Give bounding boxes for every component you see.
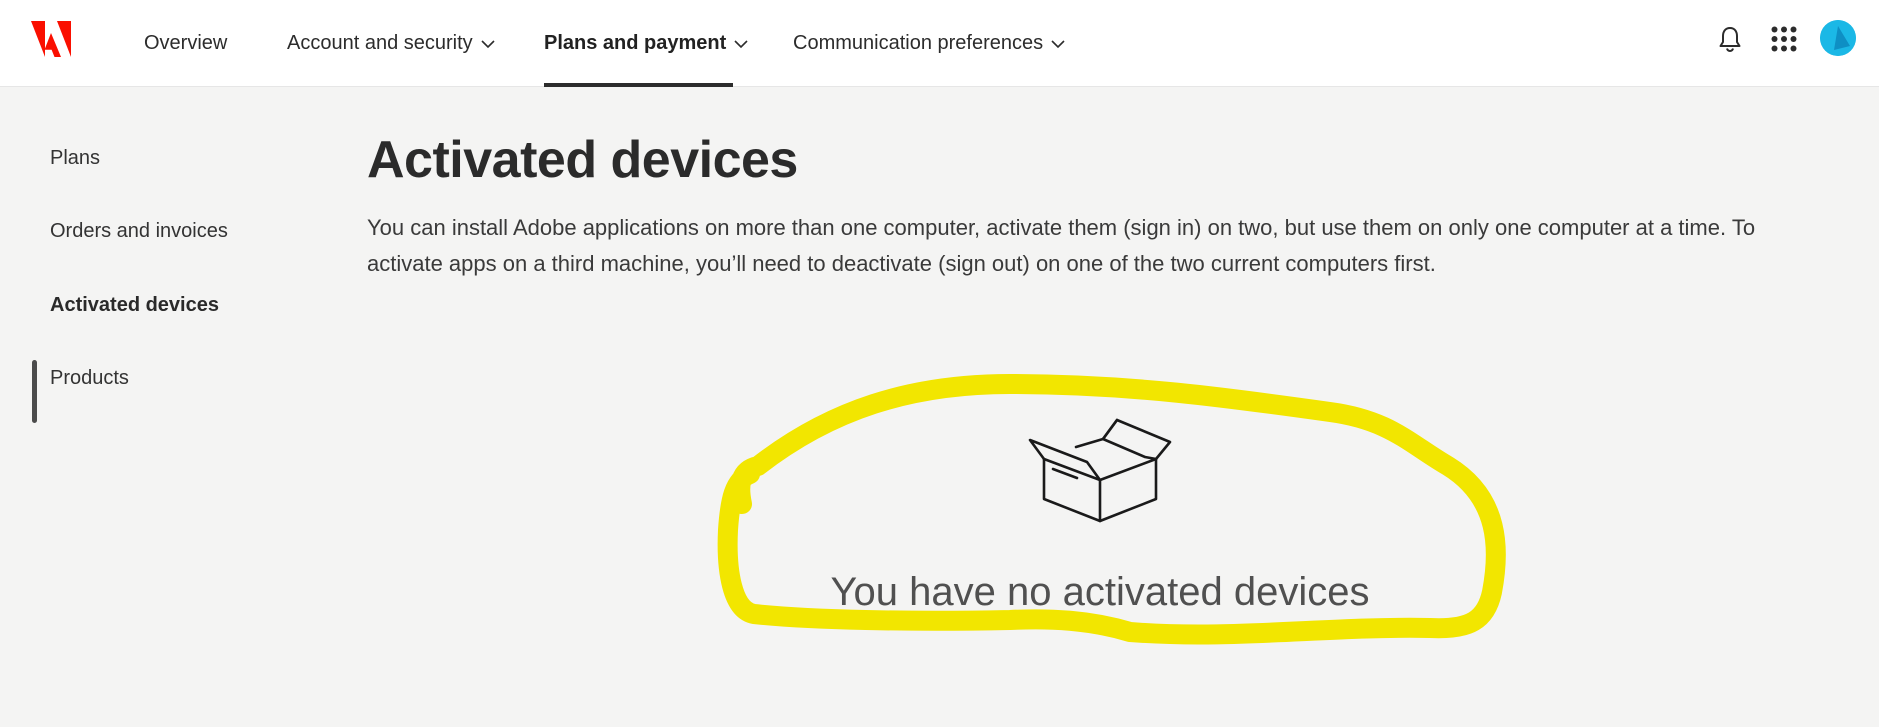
sidebar-item-label: Activated devices (50, 294, 219, 316)
nav-overview[interactable]: Overview (144, 0, 227, 87)
bell-icon[interactable] (1718, 25, 1742, 53)
empty-state: You have no activated devices (700, 0, 1500, 727)
sidebar-item-plans[interactable]: Plans (50, 147, 100, 170)
sidebar-item-label: Plans (50, 147, 101, 169)
nav-plans-label: Plans and payment (544, 32, 727, 54)
active-item-marker (32, 360, 37, 423)
sidebar-item-label: Orders and invoices (50, 220, 228, 242)
sidebar-item-label: Products (50, 367, 129, 389)
nav-account-and-security[interactable]: Account and security (287, 0, 495, 87)
apps-grid-icon[interactable] (1771, 26, 1797, 52)
nav-account-label: Account and security (287, 32, 473, 54)
avatar-image (1820, 20, 1856, 56)
sidebar-item-orders-and-invoices[interactable]: Orders and invoices (50, 220, 228, 243)
avatar[interactable] (1820, 20, 1856, 56)
sidebar-item-activated-devices[interactable]: Activated devices (50, 294, 219, 317)
empty-state-message: You have no activated devices (830, 570, 1370, 614)
nav-overview-label: Overview (144, 32, 228, 54)
sidebar-item-products[interactable]: Products (50, 367, 129, 390)
chevron-down-icon (481, 39, 495, 48)
adobe-logo-icon[interactable] (31, 21, 71, 57)
